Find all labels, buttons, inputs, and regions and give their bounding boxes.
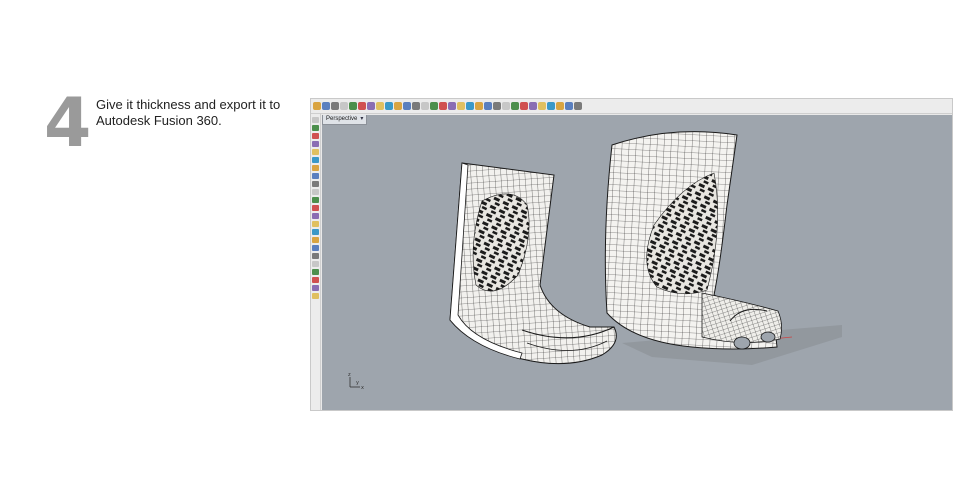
pan-icon[interactable] <box>385 102 393 110</box>
save-icon[interactable] <box>322 102 330 110</box>
mesh-icon[interactable] <box>502 102 510 110</box>
toe-arch-left <box>733 336 751 350</box>
extrude-tool-icon[interactable] <box>312 213 319 219</box>
text-tool-icon[interactable] <box>312 197 319 203</box>
solid-tool-icon[interactable] <box>312 237 319 243</box>
layer-icon[interactable] <box>448 102 456 110</box>
analyze-tool-icon[interactable] <box>312 285 319 291</box>
grid-icon[interactable] <box>439 102 447 110</box>
open-icon[interactable] <box>313 102 321 110</box>
light-icon[interactable] <box>529 102 537 110</box>
point-tool-icon[interactable] <box>312 125 319 131</box>
undo-icon[interactable] <box>376 102 384 110</box>
step-number: 4 <box>44 84 92 163</box>
axis-indicator: z x y <box>348 372 364 391</box>
curve-icon[interactable] <box>475 102 483 110</box>
solid-icon[interactable] <box>493 102 501 110</box>
globe-icon[interactable] <box>547 102 555 110</box>
axis-y-label: y <box>356 380 359 386</box>
properties-icon[interactable] <box>457 102 465 110</box>
right-brace-model <box>604 131 782 350</box>
rhino-window: Perspective ▾ z x y <box>310 98 953 411</box>
polyline-tool-icon[interactable] <box>312 141 319 147</box>
boolean-tool-icon[interactable] <box>312 245 319 251</box>
mesh-tool-icon[interactable] <box>312 261 319 267</box>
point-icon[interactable] <box>466 102 474 110</box>
copy-icon[interactable] <box>358 102 366 110</box>
circle-tool-icon[interactable] <box>312 157 319 163</box>
axis-x-label: x <box>361 385 364 391</box>
cut-icon[interactable] <box>349 102 357 110</box>
render-icon[interactable] <box>511 102 519 110</box>
array-tool-icon[interactable] <box>312 277 319 283</box>
material-icon[interactable] <box>520 102 528 110</box>
line-tool-icon[interactable] <box>312 133 319 139</box>
transform-tool-icon[interactable] <box>312 269 319 275</box>
curve-tool-icon[interactable] <box>312 149 319 155</box>
fillet-tool-icon[interactable] <box>312 253 319 259</box>
zoom-selected-icon[interactable] <box>430 102 438 110</box>
rectangle-tool-icon[interactable] <box>312 181 319 187</box>
select-icon[interactable] <box>312 117 319 123</box>
main-toolbar <box>311 99 952 114</box>
toe-arch-right <box>760 331 776 343</box>
axis-z-label: z <box>348 372 351 378</box>
arc-tool-icon[interactable] <box>312 165 319 171</box>
sphere-icon[interactable] <box>538 102 546 110</box>
help-2-icon[interactable] <box>574 102 582 110</box>
settings-icon[interactable] <box>556 102 564 110</box>
rotate-icon[interactable] <box>394 102 402 110</box>
dimension-tool-icon[interactable] <box>312 293 319 299</box>
print-icon[interactable] <box>331 102 339 110</box>
help-icon[interactable] <box>565 102 573 110</box>
model-scene: z x y <box>348 131 842 391</box>
ellipse-tool-icon[interactable] <box>312 173 319 179</box>
zoom-window-icon[interactable] <box>412 102 420 110</box>
step-instruction: Give it thickness and export it to Autod… <box>96 97 281 128</box>
zoom-extents-icon[interactable] <box>421 102 429 110</box>
perspective-viewport[interactable]: Perspective ▾ z x y <box>322 115 952 410</box>
sweep-tool-icon[interactable] <box>312 229 319 235</box>
left-brace-model <box>449 162 617 365</box>
zoom-icon[interactable] <box>403 102 411 110</box>
loft-tool-icon[interactable] <box>312 221 319 227</box>
page-icon[interactable] <box>340 102 348 110</box>
left-toolbar <box>311 114 321 410</box>
polygon-tool-icon[interactable] <box>312 189 319 195</box>
surface-tool-icon[interactable] <box>312 205 319 211</box>
surface-icon[interactable] <box>484 102 492 110</box>
paste-icon[interactable] <box>367 102 375 110</box>
